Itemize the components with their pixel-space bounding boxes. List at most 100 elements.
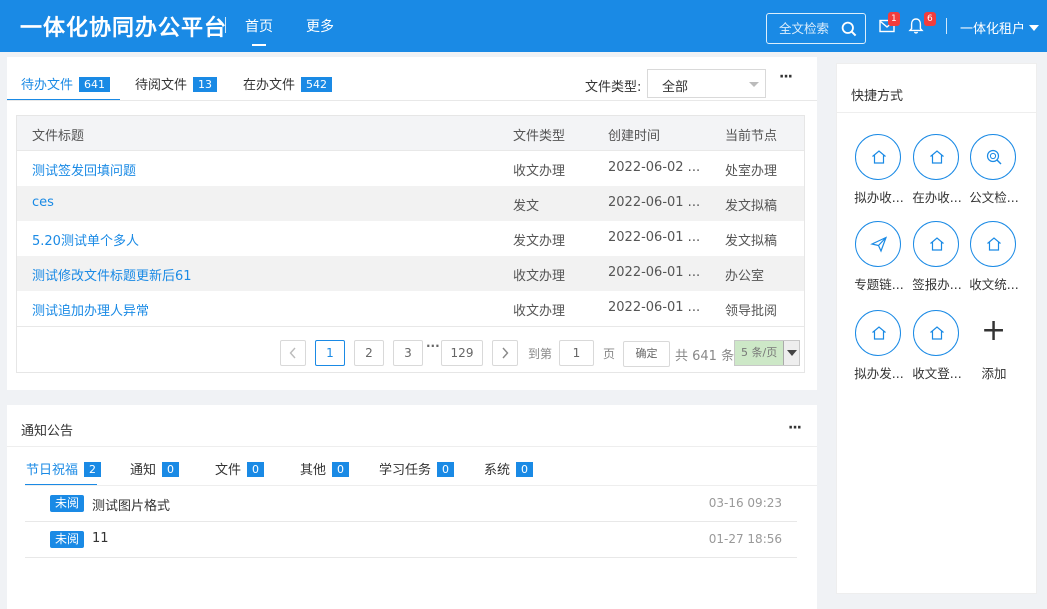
tab-inprogress-files[interactable]: 在办文件 542 xyxy=(243,74,333,93)
table-header-row: 文件标题 文件类型 创建时间 当前节点 xyxy=(17,116,804,151)
doc-type: 收文办理 xyxy=(513,304,566,319)
doc-title-link[interactable]: ces xyxy=(32,195,54,210)
shortcuts-divider xyxy=(837,112,1036,113)
tab-system[interactable]: 系统 0 xyxy=(484,459,534,478)
tab-count-badge: 0 xyxy=(247,462,265,477)
page-size-select[interactable]: 5 条/页 xyxy=(734,340,800,366)
notice-more-button[interactable]: ··· xyxy=(788,420,802,436)
home-icon xyxy=(872,326,886,340)
doc-current-node: 处室办理 xyxy=(725,164,778,179)
prev-page-button[interactable] xyxy=(280,340,306,366)
unread-badge: 未阅 xyxy=(50,531,85,548)
goto-suffix: 页 xyxy=(603,347,616,361)
caret-down-icon xyxy=(1029,25,1040,31)
tab-todo-files[interactable]: 待办文件 641 xyxy=(21,74,111,93)
next-page-button[interactable] xyxy=(492,340,518,366)
doc-type: 收文办理 xyxy=(513,164,566,179)
doc-title-link[interactable]: 测试追加办理人异常 xyxy=(32,300,149,319)
shortcut-item[interactable]: 签报办... xyxy=(908,221,964,293)
file-type-select[interactable]: 全部 xyxy=(647,69,766,98)
tab-label: 待办文件 xyxy=(21,78,74,93)
doc-title-link[interactable]: 测试修改文件标题更新后61 xyxy=(32,265,192,284)
tab-count-badge: 0 xyxy=(162,462,180,477)
tab-notification[interactable]: 通知 0 xyxy=(130,459,180,478)
doc-current-node: 办公室 xyxy=(725,269,765,284)
doc-title-link[interactable]: 测试签发回填问题 xyxy=(32,160,136,179)
paper-plane-icon xyxy=(870,236,888,253)
doc-current-node: 发文拟稿 xyxy=(725,199,778,214)
tab-label: 通知 xyxy=(130,463,157,478)
table-row[interactable]: 测试追加办理人异常 收文办理 2022-06-01 ... 领导批阅 xyxy=(17,291,804,326)
tab-count-badge: 13 xyxy=(193,77,218,92)
tab-learning-tasks[interactable]: 学习任务 0 xyxy=(379,459,455,478)
home-icon xyxy=(987,237,1001,251)
doc-created-time: 2022-06-01 ... xyxy=(608,230,701,245)
tab-holiday-greetings[interactable]: 节日祝福 2 xyxy=(26,459,102,478)
goto-confirm-button[interactable]: 确定 xyxy=(623,341,670,367)
notice-item-title[interactable]: 测试图片格式 xyxy=(92,495,170,514)
table-row[interactable]: 测试签发回填问题 收文办理 2022-06-02 ... 处室办理 xyxy=(17,151,804,186)
tab-count-badge: 0 xyxy=(332,462,350,477)
doc-current-node: 领导批阅 xyxy=(725,304,778,319)
tab-other[interactable]: 其他 0 xyxy=(300,459,350,478)
add-shortcut-button[interactable]: + 添加 xyxy=(965,310,1021,382)
nav-home[interactable]: 首页 xyxy=(245,16,273,36)
tab-files[interactable]: 文件 0 xyxy=(215,459,265,478)
plus-icon: + xyxy=(981,313,1007,348)
page-size-value: 5 条/页 xyxy=(741,346,778,359)
column-header: 当前节点 xyxy=(725,129,778,144)
add-shortcut-label: 添加 xyxy=(981,366,1007,381)
home-icon xyxy=(872,150,886,164)
shortcut-item[interactable]: 收文登... xyxy=(908,310,964,382)
column-header: 文件类型 xyxy=(513,129,566,144)
doc-created-time: 2022-06-01 ... xyxy=(608,300,701,315)
search-input[interactable] xyxy=(767,14,841,43)
doc-type: 发文办理 xyxy=(513,234,566,249)
tab-count-badge: 0 xyxy=(516,462,534,477)
shortcut-item[interactable]: 拟办发... xyxy=(850,310,906,382)
shortcut-item[interactable]: 在办收... xyxy=(908,134,964,206)
table-row[interactable]: 5.20测试单个多人 发文办理 2022-06-01 ... 发文拟稿 xyxy=(17,221,804,256)
shortcut-circle xyxy=(913,134,959,180)
shortcut-item[interactable]: 收文统... xyxy=(965,221,1021,293)
shortcut-label: 拟办发... xyxy=(854,366,904,381)
page-button-1[interactable]: 1 xyxy=(315,340,345,366)
table-row[interactable]: ces 发文 2022-06-01 ... 发文拟稿 xyxy=(17,186,804,221)
list-item[interactable]: 未阅 11 01-27 18:56 xyxy=(25,522,797,558)
tab-toread-files[interactable]: 待阅文件 13 xyxy=(135,74,218,93)
notice-title: 通知公告 xyxy=(21,424,74,439)
tab-count-badge: 0 xyxy=(437,462,455,477)
shortcut-item[interactable]: 专题链... xyxy=(850,221,906,293)
pagination-ellipsis: ··· xyxy=(426,339,440,353)
doc-title-link[interactable]: 5.20测试单个多人 xyxy=(32,230,139,249)
bell-badge: 6 xyxy=(924,12,936,26)
shortcut-label: 专题链... xyxy=(854,277,904,292)
nav-more[interactable]: 更多 xyxy=(306,16,334,36)
page-button-2[interactable]: 2 xyxy=(354,340,384,366)
home-icon xyxy=(930,150,944,164)
tab-label: 学习任务 xyxy=(379,463,432,478)
shortcut-item[interactable]: 拟办收... xyxy=(850,134,906,206)
page-button-last[interactable]: 129 xyxy=(441,340,483,366)
search-icon[interactable] xyxy=(841,21,857,37)
chevron-down-icon xyxy=(749,82,759,87)
mail-badge: 1 xyxy=(888,12,900,26)
tenant-dropdown[interactable]: 一体化租户 xyxy=(960,18,1040,37)
list-item[interactable]: 未阅 测试图片格式 03-16 09:23 xyxy=(25,486,797,522)
page-button-3[interactable]: 3 xyxy=(393,340,423,366)
notice-item-time: 03-16 09:23 xyxy=(708,496,782,510)
app-logo: 一体化协同办公平台 xyxy=(20,16,228,41)
shortcut-item[interactable]: 公文检... xyxy=(965,134,1021,206)
shortcut-label: 收文登... xyxy=(912,366,962,381)
goto-prefix: 到第 xyxy=(528,347,553,361)
shortcut-label: 在办收... xyxy=(912,190,962,205)
header-divider xyxy=(225,17,226,33)
shortcut-circle xyxy=(970,134,1016,180)
header-divider xyxy=(946,18,947,34)
goto-page-input[interactable]: 1 xyxy=(559,340,594,366)
notice-item-title[interactable]: 11 xyxy=(92,531,109,546)
bell-icon[interactable] xyxy=(908,17,924,35)
chevron-right-icon xyxy=(502,347,509,359)
table-row[interactable]: 测试修改文件标题更新后61 收文办理 2022-06-01 ... 办公室 xyxy=(17,256,804,291)
docs-more-button[interactable]: ··· xyxy=(779,69,793,85)
